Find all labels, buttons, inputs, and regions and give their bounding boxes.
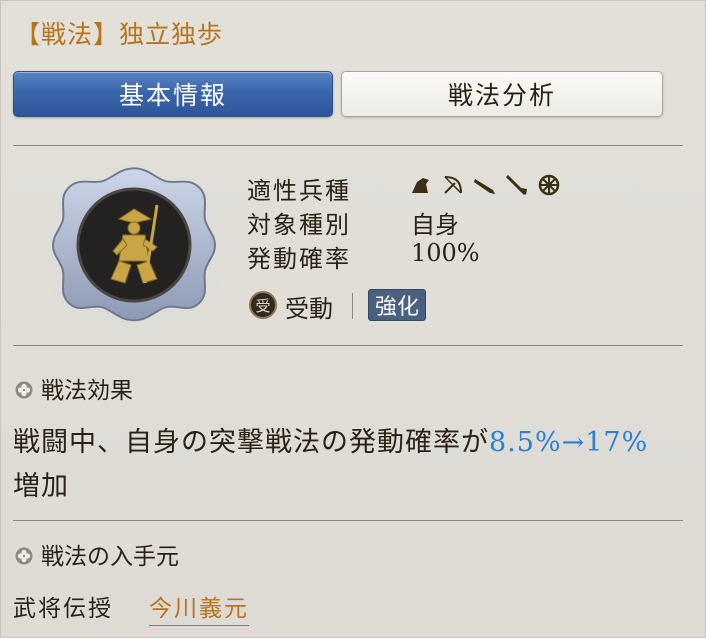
clover-icon bbox=[15, 545, 33, 565]
separator bbox=[352, 293, 353, 319]
skill-type-label: 受動 bbox=[285, 295, 333, 323]
divider bbox=[13, 345, 683, 346]
target-type-label: 対象種別 bbox=[247, 211, 351, 239]
divider bbox=[13, 520, 683, 521]
wheel-icon bbox=[537, 173, 561, 197]
enhance-badge: 強化 bbox=[368, 289, 427, 321]
effect-heading: 戦法効果 bbox=[15, 371, 133, 405]
troop-type-label: 適性兵種 bbox=[247, 177, 351, 205]
target-type-value: 自身 bbox=[411, 211, 459, 239]
tab-basic-info[interactable]: 基本情報 bbox=[13, 71, 333, 117]
clover-icon bbox=[15, 379, 33, 399]
effect-heading-text: 戦法効果 bbox=[41, 378, 133, 404]
source-general-link[interactable]: 今川義元 bbox=[149, 589, 249, 626]
tab-skill-analysis[interactable]: 戦法分析 bbox=[341, 71, 663, 117]
divider bbox=[13, 145, 683, 146]
source-heading-text: 戦法の入手元 bbox=[41, 544, 179, 570]
effect-text-after: 増加 bbox=[13, 471, 69, 502]
skill-title: 【戦法】独立独歩 bbox=[15, 20, 224, 49]
spear-icon bbox=[505, 173, 529, 197]
effect-text-before: 戦闘中、自身の突撃戦法の発動確率が bbox=[13, 427, 489, 458]
source-heading: 戦法の入手元 bbox=[15, 537, 179, 571]
skill-detail-panel: 【戦法】独立独歩 基本情報 戦法分析 適性兵種 対象種別 自身 発動確率 100… bbox=[0, 0, 706, 638]
troop-icons bbox=[409, 173, 561, 197]
musket-icon bbox=[473, 173, 497, 197]
source-label: 武将伝授 bbox=[13, 596, 113, 622]
archer-icon bbox=[441, 173, 465, 197]
activation-rate-value: 100% bbox=[411, 239, 480, 267]
cavalry-icon bbox=[409, 173, 433, 197]
skill-emblem-icon bbox=[39, 165, 229, 335]
activation-rate-label: 発動確率 bbox=[247, 245, 351, 273]
passive-type-icon: 受 bbox=[249, 291, 277, 319]
effect-highlight-value: 8.5%→17% bbox=[489, 427, 649, 458]
effect-description: 戦闘中、自身の突撃戦法の発動確率が8.5%→17% 増加 bbox=[13, 421, 688, 509]
